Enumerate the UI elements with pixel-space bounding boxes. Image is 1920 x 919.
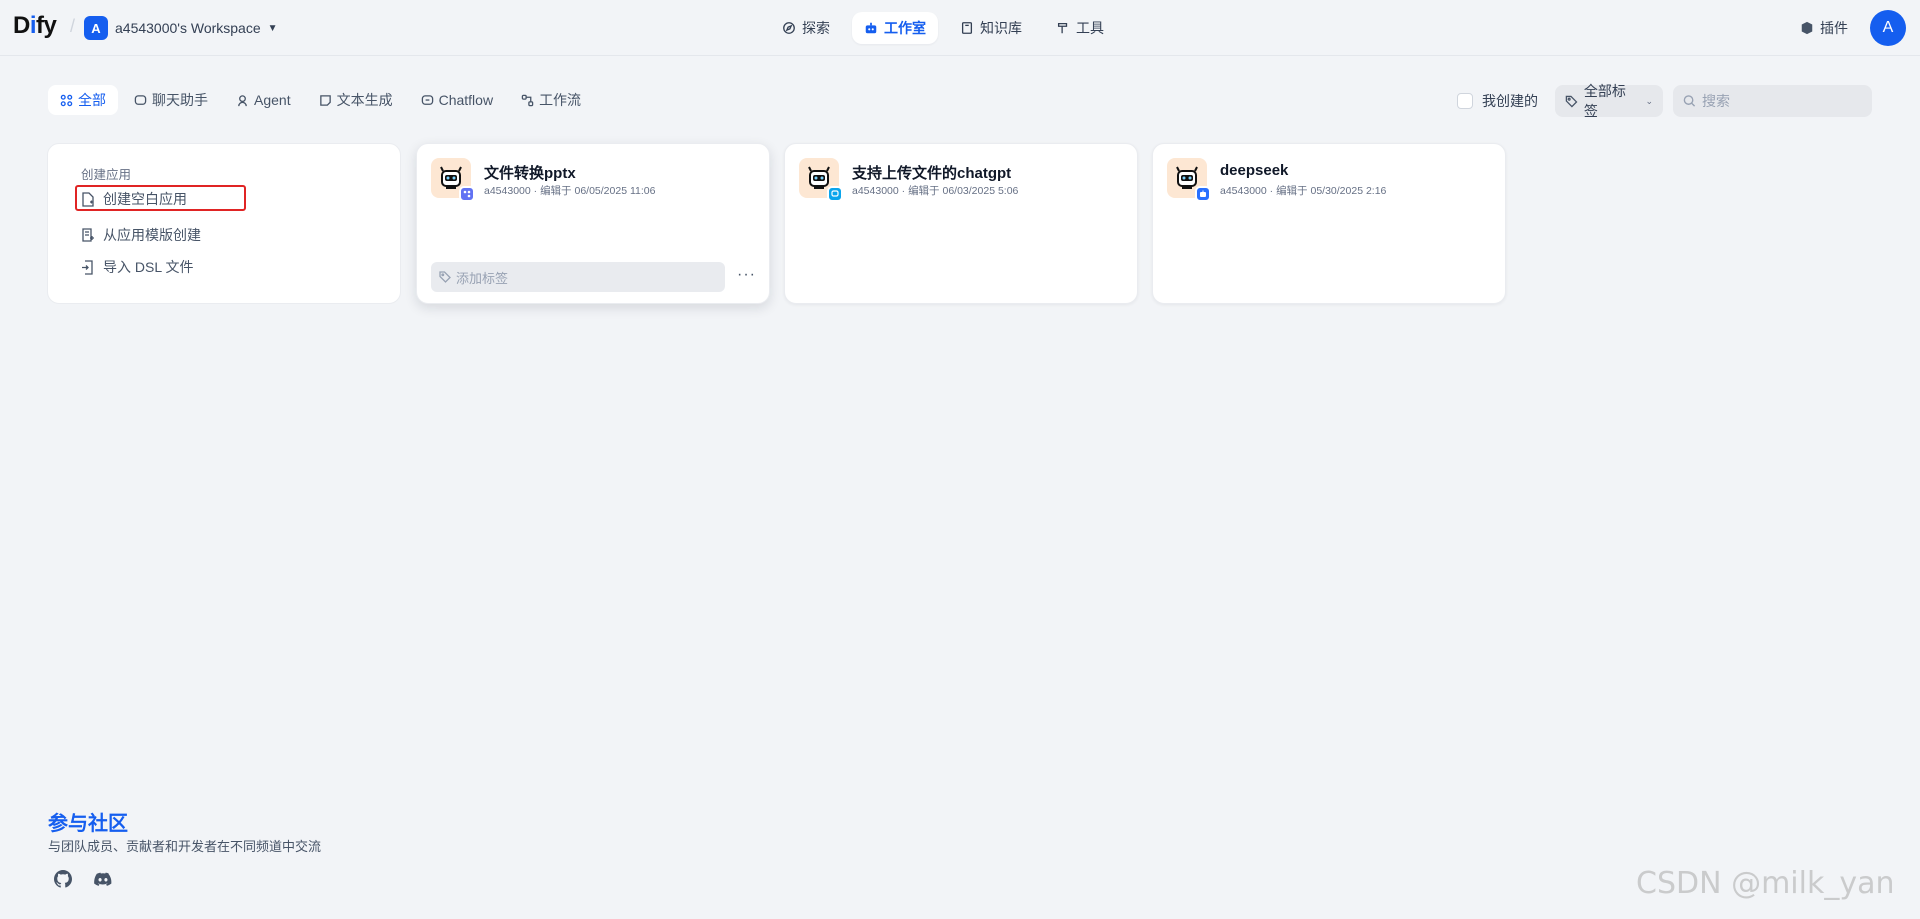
filter-workflow[interactable]: 工作流	[509, 85, 593, 115]
workflow-icon	[521, 94, 534, 106]
filter-workflow-label: 工作流	[539, 92, 582, 108]
agent-icon	[238, 94, 247, 106]
chevron-down-icon: ⌄	[1645, 95, 1653, 106]
app-edited: 编辑于 06/03/2025 5:06	[908, 185, 1019, 197]
filter-agent-label: Agent	[254, 92, 291, 108]
plugins-label: 插件	[1820, 20, 1848, 36]
nav-tools[interactable]: 工具	[1044, 12, 1116, 44]
nav-knowledge-label: 知识库	[980, 20, 1022, 36]
import-dsl-button[interactable]: 导入 DSL 文件	[81, 257, 194, 277]
file-plus-icon	[82, 191, 94, 207]
hammer-icon	[1057, 22, 1068, 34]
filter-chatflow[interactable]: Chatflow	[409, 85, 505, 115]
template-icon	[82, 227, 94, 242]
filter-text-generation-label: 文本生成	[336, 92, 393, 108]
app-author: a4543000	[484, 185, 531, 197]
compass-icon	[783, 22, 795, 34]
app-type-filters: 全部 聊天助手 Agent 文本生成 Chatflow 工作流	[48, 85, 593, 115]
nav-explore[interactable]: 探索	[770, 12, 842, 44]
robot-icon	[865, 22, 877, 34]
tags-filter-label: 全部标签	[1583, 83, 1626, 119]
create-blank-app-button[interactable]: 创建空白应用	[81, 189, 187, 209]
filter-chatflow-label: Chatflow	[438, 92, 494, 108]
workflow-badge-icon	[459, 186, 475, 202]
app-card[interactable]: deepseek a4543000 · 编辑于 05/30/2025 2:16	[1152, 143, 1506, 304]
import-file-icon	[82, 259, 93, 275]
app-name: 文件转换pptx	[484, 165, 576, 182]
import-dsl-label: 导入 DSL 文件	[103, 259, 194, 275]
dify-logo[interactable]: Dify	[13, 12, 57, 40]
nav-studio-label: 工作室	[884, 20, 926, 36]
add-tag-button[interactable]: 添加标签	[431, 262, 725, 292]
app-author: a4543000	[1220, 185, 1267, 197]
app-author: a4543000	[852, 185, 899, 197]
chat-badge-icon	[827, 186, 843, 202]
add-tag-label: 添加标签	[456, 270, 509, 286]
header-separator: /	[70, 16, 76, 36]
workspace-switcher[interactable]: A a4543000's Workspace ▼	[84, 16, 278, 40]
community-description: 与团队成员、贡献者和开发者在不同频道中交流	[48, 839, 322, 854]
more-options-button[interactable]: ···	[737, 265, 756, 285]
app-meta: a4543000 · 编辑于 05/30/2025 2:16	[1220, 185, 1387, 197]
book-icon	[961, 22, 973, 34]
nav-studio[interactable]: 工作室	[852, 12, 938, 44]
create-app-card: 创建应用 创建空白应用 从应用模版创建 导入 DSL 文件	[47, 143, 401, 304]
filter-all-label: 全部	[78, 92, 106, 108]
agent-badge-icon	[1195, 186, 1211, 202]
created-by-me-label: 我创建的	[1482, 93, 1538, 109]
watermark: CSDN @milk_yan	[1636, 866, 1895, 901]
create-app-title: 创建应用	[81, 168, 132, 182]
chat-bubble-icon	[134, 94, 147, 105]
user-avatar[interactable]: A	[1870, 10, 1906, 46]
nav-tools-label: 工具	[1076, 20, 1104, 36]
create-from-template-button[interactable]: 从应用模版创建	[81, 225, 201, 245]
nav-explore-label: 探索	[802, 20, 830, 36]
created-by-me-toggle[interactable]: 我创建的	[1457, 91, 1538, 111]
create-from-template-label: 从应用模版创建	[103, 227, 201, 243]
workspace-name: a4543000's Workspace	[115, 20, 261, 36]
tag-icon	[1565, 95, 1578, 107]
chevron-down-icon: ▼	[267, 22, 278, 34]
grid-icon	[60, 94, 73, 106]
chatflow-icon	[421, 94, 433, 105]
plugins-button[interactable]: 插件	[1800, 18, 1848, 38]
create-blank-app-label: 创建空白应用	[103, 191, 187, 207]
workspace-avatar: A	[84, 16, 108, 40]
tag-icon	[439, 271, 451, 283]
search-box[interactable]	[1673, 85, 1872, 117]
tags-filter-dropdown[interactable]: 全部标签 ⌄	[1555, 83, 1663, 119]
discord-icon	[94, 872, 112, 886]
app-edited: 编辑于 05/30/2025 2:16	[1276, 185, 1387, 197]
github-icon	[54, 870, 72, 888]
community-title: 参与社区	[48, 813, 128, 835]
created-by-me-checkbox[interactable]	[1457, 93, 1473, 109]
discord-link[interactable]	[94, 870, 114, 890]
app-edited: 编辑于 06/05/2025 11:06	[540, 185, 656, 197]
search-icon	[1683, 95, 1696, 107]
app-meta: a4543000 · 编辑于 06/05/2025 11:06	[484, 185, 656, 197]
app-meta: a4543000 · 编辑于 06/03/2025 5:06	[852, 185, 1019, 197]
filter-chat-assistant-label: 聊天助手	[152, 92, 208, 108]
app-name: deepseek	[1220, 162, 1289, 179]
filter-text-generation[interactable]: 文本生成	[307, 85, 405, 115]
github-link[interactable]	[54, 870, 74, 890]
app-card[interactable]: 文件转换pptx a4543000 · 编辑于 06/05/2025 11:06…	[416, 143, 770, 304]
note-icon	[319, 94, 331, 106]
app-name: 支持上传文件的chatgpt	[852, 165, 1012, 182]
nav-knowledge[interactable]: 知识库	[948, 12, 1034, 44]
filter-all[interactable]: 全部	[48, 85, 118, 115]
filter-agent[interactable]: Agent	[224, 85, 303, 115]
main-nav: 探索 工作室 知识库 工具	[770, 12, 1116, 44]
filter-chat-assistant[interactable]: 聊天助手	[122, 85, 220, 115]
cube-icon	[1801, 21, 1813, 35]
top-header: Dify / A a4543000's Workspace ▼ 探索 工作室 知…	[0, 0, 1920, 56]
search-input[interactable]	[1702, 93, 1862, 109]
app-card[interactable]: 支持上传文件的chatgpt a4543000 · 编辑于 06/03/2025…	[784, 143, 1138, 304]
